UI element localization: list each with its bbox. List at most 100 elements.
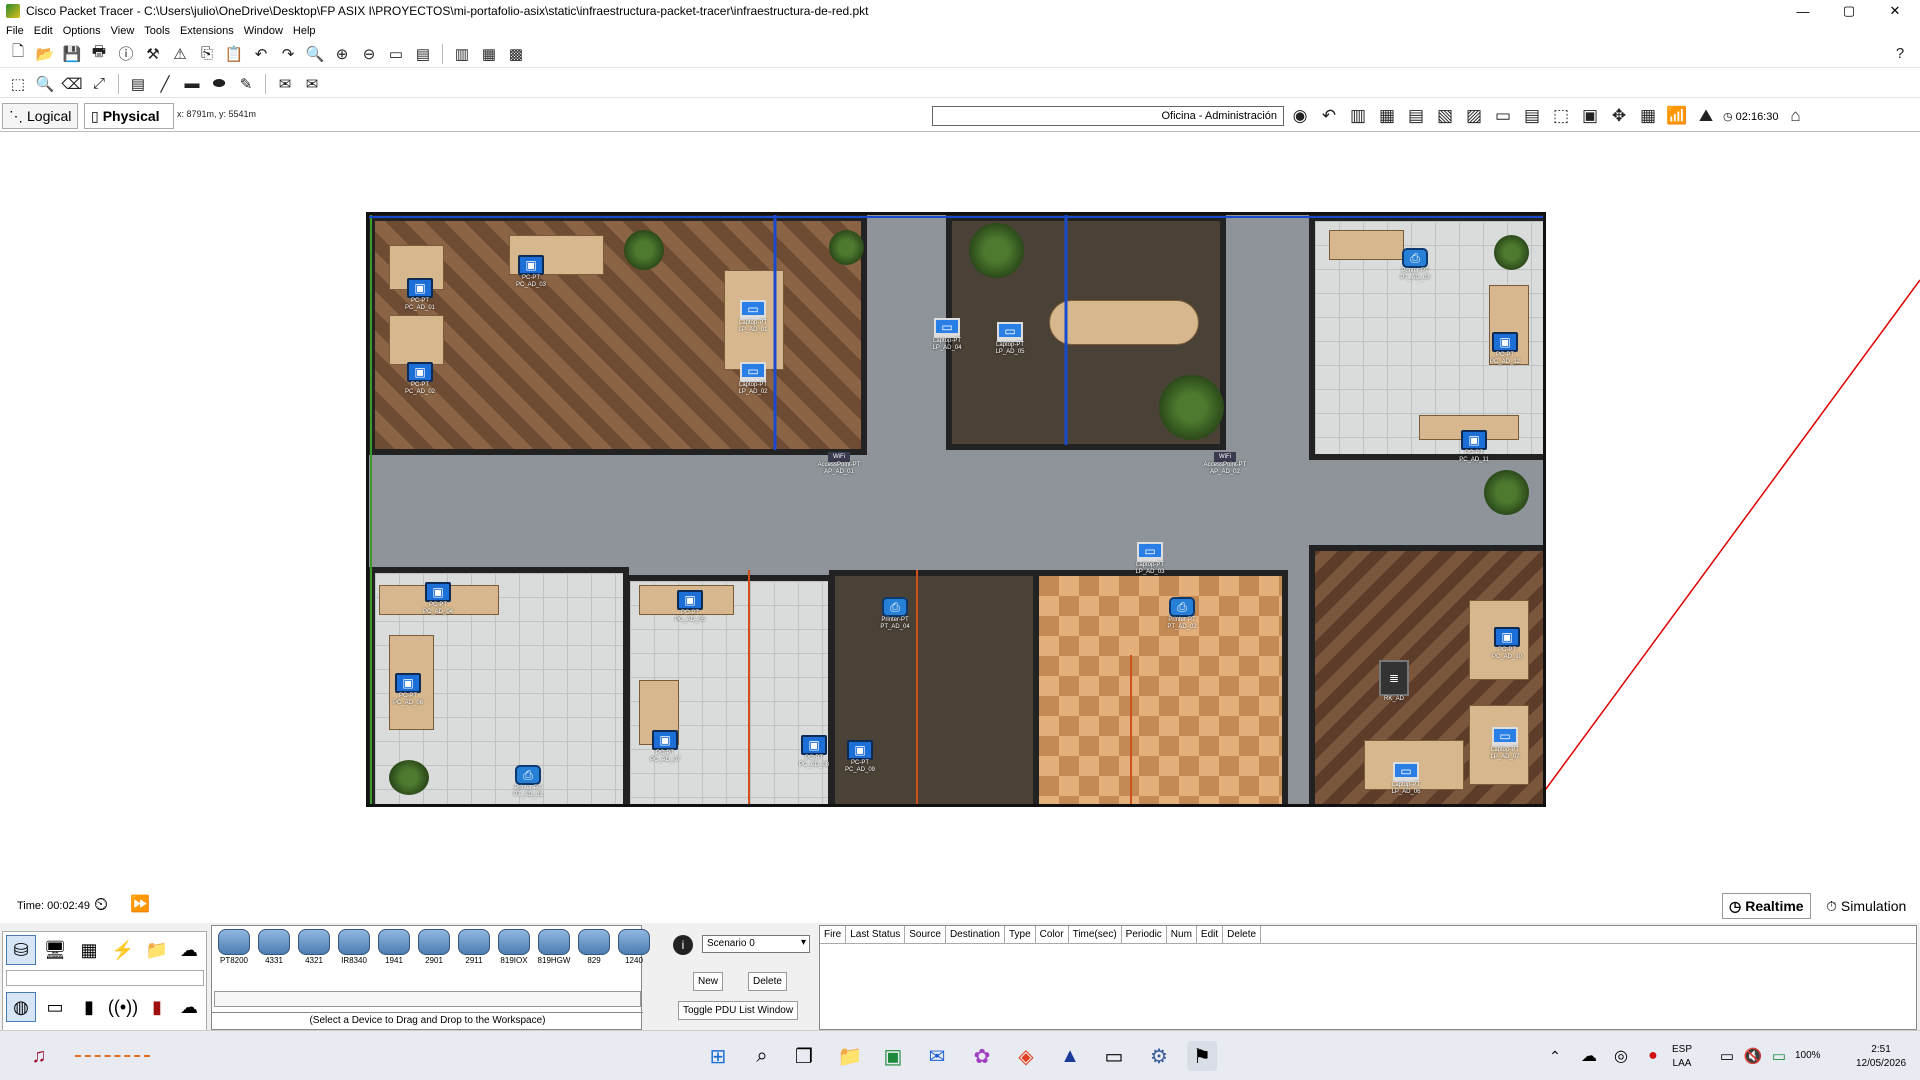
rectangle-icon[interactable]: ▬ [180,72,204,96]
activity-wizard-icon[interactable]: ⚠ [168,42,192,66]
home-icon[interactable]: ⌂ [1783,104,1807,128]
pdu-column-num[interactable]: Num [1167,926,1197,943]
router-model-2911[interactable]: 2911 [455,929,493,969]
steam-icon[interactable]: ◎ [1606,1041,1636,1071]
complex-pdu-icon[interactable]: ✉ [300,72,324,96]
pdu-column-edit[interactable]: Edit [1197,926,1224,943]
info-circle-icon[interactable]: i [673,935,693,955]
picture-icon[interactable]: ▩ [504,42,528,66]
music-icon[interactable]: ♫ [24,1041,54,1071]
menu-view[interactable]: View [111,25,135,37]
fast-forward-icon[interactable]: ⏩ [130,894,150,914]
task-view-icon[interactable]: ❐ [789,1041,819,1071]
router-model-819iox[interactable]: 819IOX [495,929,533,969]
search-icon[interactable]: ⌕ [747,1041,777,1071]
model-scrollbar[interactable] [214,991,641,1007]
viewport-icon[interactable]: ▣ [1578,104,1602,128]
zoom-reset-icon[interactable]: ⊕ [330,42,354,66]
m365-icon[interactable]: ✿ [967,1041,997,1071]
router-model-2901[interactable]: 2901 [415,929,453,969]
editor-icon[interactable]: ▲ [1055,1041,1085,1071]
router-model-pt8200[interactable]: PT8200 [215,929,253,969]
info-icon[interactable]: ⓘ [114,42,138,66]
end-devices-icon[interactable]: 🖥 [40,935,70,965]
router-model-4331[interactable]: 4331 [255,929,293,969]
resize-icon[interactable]: ⤢ [87,72,111,96]
minimize-button[interactable]: — [1780,0,1826,22]
power-cycle-icon[interactable]: ⏲ [94,894,108,915]
wireless-icon[interactable]: 📶 [1665,104,1689,128]
menu-extensions[interactable]: Extensions [180,25,234,37]
settings-icon[interactable]: ⚙ [1144,1041,1174,1071]
outlook-icon[interactable]: ✉ [922,1041,952,1071]
wireless-devices-icon[interactable]: ((•)) [108,992,138,1022]
sheets-icon[interactable]: ▣ [878,1041,908,1071]
maximize-button[interactable]: ▢ [1826,0,1872,22]
open-folder-icon[interactable]: 📂 [33,42,57,66]
realtime-button[interactable]: ◷ Realtime [1722,893,1811,919]
pdu-column-time-sec-[interactable]: Time(sec) [1069,926,1122,943]
new-scenario-button[interactable]: New [693,972,724,991]
menu-file[interactable]: File [6,25,24,37]
line-icon[interactable]: ╱ [153,72,177,96]
ellipse-icon[interactable]: ⬬ [207,72,231,96]
onedrive-icon[interactable]: ☁ [1574,1041,1604,1071]
save-icon[interactable]: 💾 [60,42,84,66]
back-icon[interactable]: ↶ [1317,104,1341,128]
print-icon[interactable]: 🖶 [87,42,111,66]
location-path[interactable]: Oficina - Administración [932,106,1284,126]
pdu-column-source[interactable]: Source [905,926,946,943]
freeform-icon[interactable]: ✎ [234,72,258,96]
layout-icon[interactable]: ▦ [1636,104,1660,128]
new-building-icon[interactable]: ▦ [1375,104,1399,128]
router-model-4321[interactable]: 4321 [295,929,333,969]
misc-icon[interactable]: 📁 [142,935,172,965]
network-wizard-icon[interactable]: ⚒ [141,42,165,66]
multiuser-icon[interactable]: ☁ [174,935,204,965]
router-model-ir8340[interactable]: IR8340 [335,929,373,969]
undo-icon[interactable]: ↶ [249,42,273,66]
grid-icon[interactable]: ▤ [1520,104,1544,128]
pdu-column-fire[interactable]: Fire [820,926,847,943]
router-model-1240[interactable]: 1240 [615,929,653,969]
components-icon[interactable]: ▦ [74,935,104,965]
switches-icon[interactable]: ▭ [40,992,70,1022]
drawing-palette-icon[interactable]: ▭ [384,42,408,66]
pdu-column-periodic[interactable]: Periodic [1122,926,1167,943]
pdu-column-color[interactable]: Color [1036,926,1069,943]
record-icon[interactable]: ● [1638,1041,1668,1071]
hubs-icon[interactable]: ▮ [74,992,104,1022]
routers-icon[interactable]: ◍ [6,992,36,1022]
pdu-column-destination[interactable]: Destination [946,926,1005,943]
brave-icon[interactable]: ◈ [1011,1041,1041,1071]
file-explorer-icon[interactable]: 📁 [835,1041,865,1071]
packet-tracer-taskbar-icon[interactable]: ⚑ [1187,1041,1217,1071]
simple-pdu-icon[interactable]: ✉ [273,72,297,96]
new-city-icon[interactable]: ▥ [1346,104,1370,128]
pdu-column-delete[interactable]: Delete [1223,926,1262,943]
note-icon[interactable]: ▤ [126,72,150,96]
zoom-out-icon[interactable]: ⊖ [357,42,381,66]
router-model-829[interactable]: 829 [575,929,613,969]
pdu-column-type[interactable]: Type [1005,926,1036,943]
tab-logical[interactable]: ⋱ Logical [2,103,78,129]
zoom-in-icon[interactable]: 🔍 [303,42,327,66]
copy-icon[interactable]: ⎘ [195,42,219,66]
wan-emulation-icon[interactable]: ☁ [174,992,204,1022]
toggle-pdu-button[interactable]: Toggle PDU List Window [678,1001,799,1020]
language-indicator[interactable]: ESP LAA [1672,1043,1692,1071]
new-file-icon[interactable]: 🗋 [6,42,30,66]
terminal-icon[interactable]: ▭ [1099,1041,1129,1071]
help-icon[interactable]: ? [1888,42,1912,66]
new-closet-icon[interactable]: ▤ [1404,104,1428,128]
notes-icon[interactable]: ▥ [450,42,474,66]
environment-icon[interactable]: ⛰ [1694,104,1718,128]
inspect-icon[interactable]: 🔍 [33,72,57,96]
navigation-icon[interactable]: ◉ [1288,104,1312,128]
network-devices-icon[interactable]: ⛁ [6,935,36,965]
router-model-819hgw[interactable]: 819HGW [535,929,573,969]
set-tiled-background-icon[interactable]: ⬚ [1549,104,1573,128]
new-table-icon[interactable]: ▨ [1462,104,1486,128]
menu-options[interactable]: Options [63,25,101,37]
menu-edit[interactable]: Edit [34,25,53,37]
